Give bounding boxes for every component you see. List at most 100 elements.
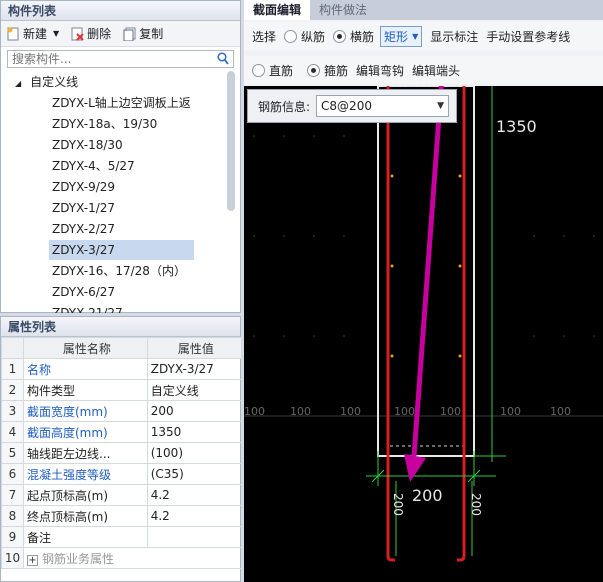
- tree-item[interactable]: ZDYX-6/27: [49, 282, 115, 302]
- longitudinal-option[interactable]: 纵筋: [284, 28, 325, 45]
- property-value[interactable]: 1350: [146, 421, 243, 443]
- tree-item[interactable]: ZDYX-3/27: [49, 240, 194, 260]
- new-file-icon: [7, 27, 20, 41]
- transverse-option[interactable]: 横筋: [333, 28, 374, 45]
- property-name: 轴线距左边线...: [23, 442, 148, 464]
- svg-text:100: 100: [340, 405, 361, 418]
- editor-tabs: 截面编辑 构件做法: [244, 0, 603, 20]
- manual-ref-line-button[interactable]: 手动设置参考线: [486, 28, 570, 45]
- copy-button[interactable]: 复制: [123, 25, 163, 42]
- property-name: 截面高度(mm): [23, 421, 148, 443]
- property-name: 构件类型: [23, 379, 148, 401]
- property-name: 起点顶标高(m): [23, 484, 148, 506]
- tree-item[interactable]: ZDYX-21/27: [49, 303, 123, 313]
- property-value[interactable]: ZDYX-3/27: [146, 358, 243, 380]
- chevron-down-icon: ▼: [412, 31, 419, 41]
- edit-end-button[interactable]: 编辑端头: [412, 62, 460, 79]
- property-value[interactable]: 自定义线: [146, 379, 243, 401]
- row-number: 3: [1, 400, 24, 422]
- tree-item[interactable]: ZDYX-9/29: [49, 177, 115, 197]
- property-value[interactable]: 4.2: [146, 484, 243, 506]
- drawing-canvas[interactable]: 100 100 100 100 100 100 100 1350 200 200 200…: [244, 86, 603, 582]
- shape-dropdown[interactable]: 矩形 ▼: [380, 25, 423, 47]
- property-name: 名称: [23, 358, 148, 380]
- col-name-header: 属性名称: [23, 337, 148, 359]
- tree-item[interactable]: ZDYX-4、5/27: [49, 156, 135, 176]
- search-icon[interactable]: [217, 52, 229, 68]
- tab-section-edit[interactable]: 截面编辑: [244, 0, 311, 20]
- property-value[interactable]: [146, 526, 243, 548]
- row-number: 6: [1, 463, 24, 485]
- tree-item[interactable]: ZDYX-1/27: [49, 198, 115, 218]
- property-value[interactable]: (C35): [146, 463, 243, 485]
- tree-item[interactable]: ZDYX-L轴上边空调板上返: [49, 93, 191, 113]
- property-value[interactable]: 4.2: [146, 505, 243, 527]
- svg-text:100: 100: [290, 405, 311, 418]
- delete-button[interactable]: 删除: [71, 25, 111, 42]
- section-drawing: 100 100 100 100 100 100 100 1350 200 200 200: [244, 86, 603, 562]
- delete-icon: [71, 27, 84, 41]
- copy-icon: [123, 27, 136, 41]
- tree-item[interactable]: ZDYX-2/27: [49, 219, 115, 239]
- list-scrollbar[interactable]: [227, 71, 235, 211]
- properties-table: 属性名称 属性值 1 名称 ZDYX-3/27 2 构件类型 自定义线 3 截面宽度(mm) 2…: [1, 337, 243, 569]
- row-number: 4: [1, 421, 24, 443]
- row-number: 2: [1, 379, 24, 401]
- property-value[interactable]: 200: [146, 400, 243, 422]
- editor-toolbar-2: 直筋 箍筋 编辑弯钩 编辑端头: [244, 56, 603, 84]
- property-row[interactable]: 10 + 钢筋业务属性: [1, 547, 242, 569]
- properties-title: 属性列表: [1, 317, 240, 337]
- stirrup-option[interactable]: 箍筋: [307, 62, 348, 79]
- left-rebar: [386, 86, 395, 562]
- straight-radio[interactable]: [252, 63, 265, 77]
- property-row[interactable]: 3 截面宽度(mm) 200: [1, 400, 243, 422]
- svg-text:100: 100: [440, 405, 461, 418]
- component-list-panel: 构件列表 新建 ▼ 删除 复制 ◢自定义线 ZDYX-L轴上边空调板上返ZDYX…: [0, 0, 241, 313]
- stirrup-radio[interactable]: [307, 63, 321, 77]
- edit-hook-button[interactable]: 编辑弯钩: [356, 62, 404, 79]
- tree-item[interactable]: ZDYX-16、17/28（内）: [49, 261, 186, 281]
- row-number: 1: [1, 358, 24, 380]
- property-value[interactable]: (100): [146, 442, 243, 464]
- property-row[interactable]: 6 混凝土强度等级 (C35): [1, 463, 243, 485]
- property-name: 截面宽度(mm): [23, 400, 148, 422]
- tree-item[interactable]: ZDYX-18a、19/30: [49, 114, 157, 134]
- property-row[interactable]: 1 名称 ZDYX-3/27: [1, 358, 243, 380]
- rebar-info-select[interactable]: C8@200 ▼: [316, 95, 450, 117]
- row-number: 8: [1, 505, 24, 527]
- straight-option[interactable]: 直筋: [252, 62, 293, 79]
- row-number: 7: [1, 484, 24, 506]
- component-tree: ◢ 自定义线 ZDYX-L轴上边空调板上返 ZDYX-18a、19/30 ZDYX-1…: [1, 71, 242, 313]
- collapse-arrow-icon[interactable]: ◢: [15, 79, 21, 88]
- search-input[interactable]: [12, 52, 212, 66]
- rebar-info-box: 钢筋信息: C8@200 ▼: [247, 89, 457, 123]
- transverse-radio[interactable]: [333, 29, 347, 43]
- property-name: 终点顶标高(m): [23, 505, 148, 527]
- property-name: 备注: [23, 526, 148, 548]
- show-annotation-button[interactable]: 显示标注: [430, 28, 478, 45]
- svg-text:100: 100: [500, 405, 521, 418]
- property-row[interactable]: 7 起点顶标高(m) 4.2: [1, 484, 243, 506]
- dim-width-label: 200: [412, 486, 443, 505]
- col-value-header: 属性值: [146, 337, 243, 359]
- property-row[interactable]: 4 截面高度(mm) 1350: [1, 421, 243, 443]
- svg-text:100: 100: [550, 405, 571, 418]
- tab-component-method[interactable]: 构件做法: [310, 0, 376, 20]
- list-toolbar: 新建 ▼ 删除 复制: [1, 21, 240, 47]
- select-button[interactable]: 选择: [252, 28, 276, 45]
- property-row[interactable]: 5 轴线距左边线... (100): [1, 442, 243, 464]
- properties-panel: 属性列表 属性名称 属性值 1 名称 ZDYX-3/27 2 构件类型 自定义线 3 截面宽度…: [0, 316, 243, 582]
- row-number: 9: [1, 526, 24, 548]
- property-row[interactable]: 2 构件类型 自定义线: [1, 379, 243, 401]
- svg-text:100: 100: [244, 405, 265, 418]
- property-row[interactable]: 9 备注: [1, 526, 243, 548]
- new-dropdown-arrow-icon[interactable]: ▼: [53, 29, 59, 38]
- tree-root[interactable]: ◢ 自定义线: [15, 73, 78, 90]
- longitudinal-radio[interactable]: [284, 29, 298, 43]
- right-rebar: [457, 86, 466, 562]
- editor-toolbar-1: 选择 纵筋 横筋 矩形 ▼ 显示标注 手动设置参考线: [244, 22, 603, 50]
- property-row[interactable]: 8 终点顶标高(m) 4.2: [1, 505, 243, 527]
- expand-icon[interactable]: +: [27, 554, 38, 566]
- new-button[interactable]: 新建 ▼: [7, 25, 59, 42]
- tree-item[interactable]: ZDYX-18/30: [49, 135, 123, 155]
